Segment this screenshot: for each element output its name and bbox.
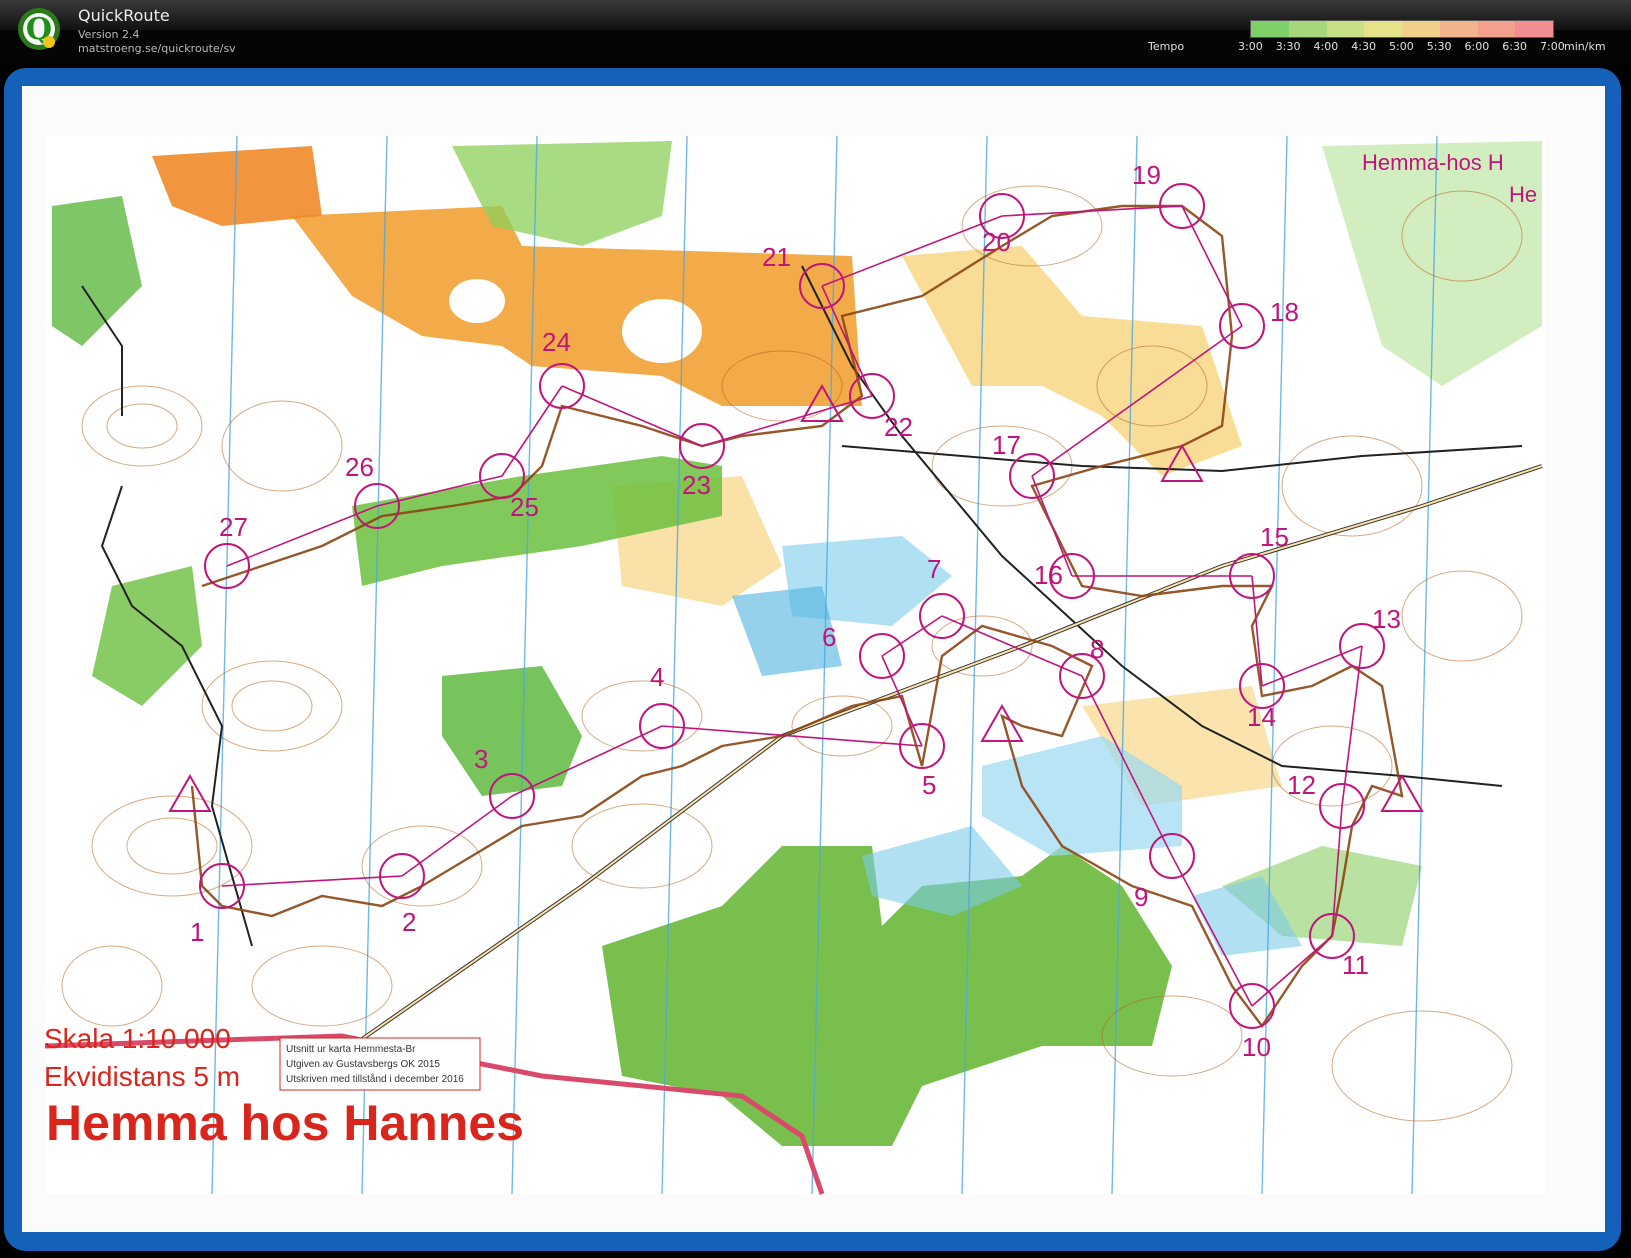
pace-gradient-segment bbox=[1251, 21, 1289, 37]
pace-gradient-segment bbox=[1402, 21, 1440, 37]
pace-tick-label: 5:00 bbox=[1389, 40, 1414, 53]
control-number-27: 27 bbox=[219, 512, 248, 542]
control-number-10: 10 bbox=[1242, 1032, 1271, 1062]
pace-tick-label: 3:30 bbox=[1275, 40, 1301, 53]
control-number-15: 15 bbox=[1260, 522, 1289, 552]
control-number-25: 25 bbox=[510, 492, 539, 522]
pace-gradient-segment bbox=[1477, 21, 1516, 37]
pace-tick-label: 4:30 bbox=[1351, 40, 1376, 53]
app-url[interactable]: matstroeng.se/quickroute/sv bbox=[78, 42, 236, 55]
control-number-3: 3 bbox=[474, 744, 488, 774]
orienteering-map[interactable]: 1 234567891011121314151617181920212223242… bbox=[22, 86, 1605, 1232]
map-title: Hemma hos Hannes bbox=[46, 1095, 524, 1151]
pace-legend: Tempo 3:00 3:30 4:00 4:30 5:00 5:30 6:00 6:30 7:… bbox=[1148, 18, 1610, 58]
control-number-21: 21 bbox=[762, 242, 791, 272]
pace-tick-label: 5:30 bbox=[1426, 40, 1452, 53]
app-version: Version 2.4 bbox=[78, 28, 140, 41]
control-number-18: 18 bbox=[1270, 297, 1299, 327]
pace-gradient-segment bbox=[1515, 21, 1553, 37]
map-header-text-2: He bbox=[1509, 182, 1537, 207]
control-number-23: 23 bbox=[682, 470, 711, 500]
pace-unit-label: min/km bbox=[1564, 40, 1606, 53]
control-number-4: 4 bbox=[650, 662, 664, 692]
control-number-2: 2 bbox=[402, 907, 416, 937]
control-number-17: 17 bbox=[992, 430, 1021, 460]
control-number-9: 9 bbox=[1134, 882, 1148, 912]
control-number-6: 6 bbox=[822, 622, 836, 652]
quickroute-logo-icon: Q bbox=[18, 8, 60, 50]
control-number-5: 5 bbox=[922, 770, 936, 800]
pace-tick-label: 6:30 bbox=[1502, 40, 1527, 53]
pace-tick-label: 4:00 bbox=[1313, 40, 1339, 53]
control-number-16: 16 bbox=[1034, 560, 1063, 590]
pace-legend-title: Tempo bbox=[1148, 40, 1185, 53]
app-title: QuickRoute bbox=[78, 6, 170, 25]
pace-tick-label: 7:00 bbox=[1540, 40, 1565, 53]
control-number-12: 12 bbox=[1287, 770, 1316, 800]
control-number-13: 13 bbox=[1372, 604, 1401, 634]
pace-gradient-segment bbox=[1326, 21, 1365, 37]
map-header-text: Hemma-hos H bbox=[1362, 150, 1504, 175]
credit-line-1: Utsnitt ur karta Hemmesta-Br bbox=[286, 1044, 416, 1055]
control-number-14: 14 bbox=[1247, 702, 1276, 732]
control-number-22: 22 bbox=[884, 412, 913, 442]
contour-interval: Ekvidistans 5 m bbox=[44, 1061, 240, 1092]
control-number-1: 1 bbox=[190, 917, 204, 947]
control-number-7: 7 bbox=[927, 554, 941, 584]
control-number-8: 8 bbox=[1090, 634, 1104, 664]
credit-line-3: Utskriven med tillstånd i december 2016 bbox=[286, 1073, 464, 1085]
control-number-26: 26 bbox=[345, 452, 374, 482]
app-header: Q QuickRoute Version 2.4 matstroeng.se/q… bbox=[0, 0, 1631, 64]
clearing bbox=[622, 299, 702, 363]
pace-tick-label: 3:00 bbox=[1238, 40, 1263, 53]
credit-line-2: Utgiven av Gustavsbergs OK 2015 bbox=[286, 1059, 440, 1070]
pace-gradient-bar bbox=[1250, 20, 1554, 38]
control-number-19: 19 bbox=[1132, 160, 1161, 190]
pace-gradient-segment bbox=[1439, 21, 1478, 37]
pace-gradient-segment bbox=[1364, 21, 1402, 37]
control-number-24: 24 bbox=[542, 327, 571, 357]
control-number-11: 11 bbox=[1342, 950, 1369, 980]
control-number-20: 20 bbox=[982, 227, 1011, 257]
map-scale: Skala 1:10 000 bbox=[44, 1023, 231, 1054]
pace-gradient-segment bbox=[1288, 21, 1327, 37]
clearing bbox=[449, 279, 505, 323]
pace-tick-label: 6:00 bbox=[1464, 40, 1490, 53]
map-paper: 1 2 3 4 5 6 7 8 9 10 11 12 13 14 15 16 17 18 19 20 21 22 23 24 2… bbox=[22, 86, 1605, 1232]
